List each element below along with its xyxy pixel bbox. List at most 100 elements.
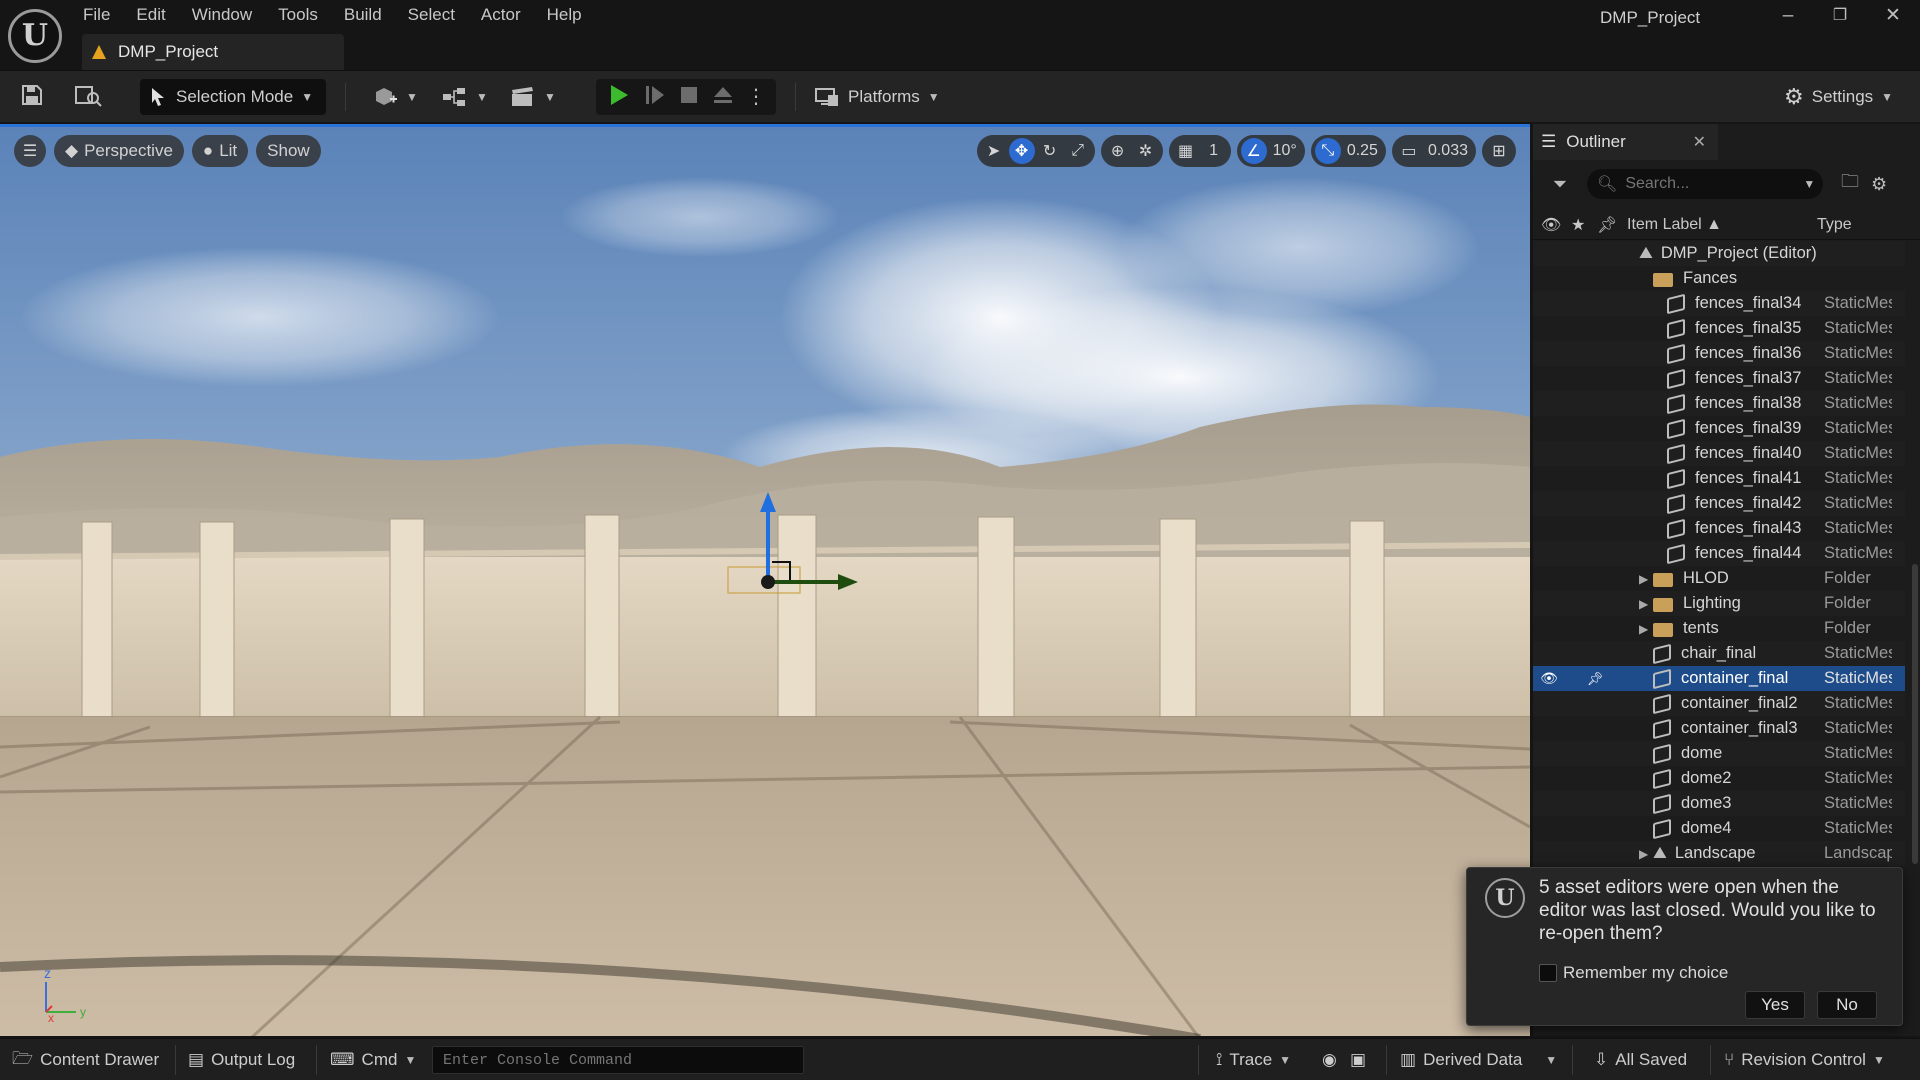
outliner-row[interactable]: container_final2 StaticMesh: [1533, 691, 1905, 716]
menu-window[interactable]: Window: [179, 0, 265, 32]
stop-icon[interactable]: [676, 83, 702, 111]
pin-icon[interactable]: 📌︎: [1565, 671, 1625, 687]
trace-dropdown[interactable]: ⟟ Trace ▼: [1216, 1047, 1291, 1073]
outliner-row[interactable]: fences_final38StaticMesh: [1533, 391, 1905, 416]
outliner-row[interactable]: fences_final37StaticMesh: [1533, 366, 1905, 391]
no-button[interactable]: No: [1817, 991, 1877, 1019]
menu-file[interactable]: File: [70, 0, 123, 32]
minimize-button[interactable]: –: [1766, 2, 1810, 30]
visibility-header-icon[interactable]: 👁︎: [1541, 215, 1571, 235]
favorite-header-icon[interactable]: ★: [1571, 215, 1597, 235]
show-dropdown[interactable]: Show: [256, 135, 321, 167]
outliner-row[interactable]: fences_final35StaticMesh: [1533, 316, 1905, 341]
outliner-row[interactable]: ▶ Lighting Folder: [1533, 591, 1905, 616]
unreal-logo-icon[interactable]: U: [8, 9, 62, 63]
expand-arrow-icon[interactable]: ▶: [1639, 622, 1653, 636]
gear-icon[interactable]: ⚙: [1871, 174, 1887, 195]
play-icon[interactable]: [606, 83, 632, 111]
menu-edit[interactable]: Edit: [123, 0, 178, 32]
surface-snap-icon[interactable]: ✲: [1133, 138, 1159, 164]
menu-build[interactable]: Build: [331, 0, 395, 32]
outliner-row[interactable]: fences_final42StaticMesh: [1533, 491, 1905, 516]
menu-actor[interactable]: Actor: [468, 0, 534, 32]
cinematics-button[interactable]: ▼: [500, 79, 566, 115]
play-options-icon[interactable]: ⋮: [746, 83, 766, 111]
derived-data-dropdown[interactable]: ▥ Derived Data ▼: [1400, 1047, 1557, 1073]
remember-choice-checkbox[interactable]: Remember my choice: [1539, 963, 1728, 983]
rotation-snap-control[interactable]: ∠ 10°: [1236, 135, 1305, 167]
platforms-dropdown[interactable]: Platforms ▼: [804, 79, 950, 115]
perspective-dropdown[interactable]: ◆ Perspective: [54, 135, 184, 167]
outliner-row[interactable]: fences_final41StaticMesh: [1533, 466, 1905, 491]
restore-button[interactable]: ❐: [1818, 2, 1862, 30]
outliner-row[interactable]: ▶ HLOD Folder: [1533, 566, 1905, 591]
record-icon[interactable]: ◉: [1322, 1047, 1337, 1073]
outliner-row[interactable]: container_final3 StaticMesh: [1533, 716, 1905, 741]
outliner-row[interactable]: 👁︎📌︎ container_final StaticMesh: [1533, 666, 1905, 691]
outliner-row[interactable]: fences_final34StaticMesh: [1533, 291, 1905, 316]
menu-tools[interactable]: Tools: [265, 0, 331, 32]
outliner-row[interactable]: dome StaticMesh: [1533, 741, 1905, 766]
chevron-down-icon[interactable]: ▼: [1803, 177, 1815, 191]
save-icon[interactable]: [18, 83, 46, 111]
search-input[interactable]: [1625, 175, 1796, 193]
expand-arrow-icon[interactable]: ▶: [1639, 847, 1653, 861]
scale-snap-control[interactable]: ⤡ 0.25: [1310, 135, 1386, 167]
outliner-row[interactable]: chair_final StaticMesh: [1533, 641, 1905, 666]
type-column[interactable]: Type: [1817, 216, 1852, 234]
pin-header-icon[interactable]: 📌︎: [1597, 215, 1627, 235]
outliner-row[interactable]: dome4 StaticMesh: [1533, 816, 1905, 841]
filter-icon[interactable]: ⏷: [1533, 174, 1587, 195]
advance-frame-icon[interactable]: [642, 83, 668, 111]
view-mode-dropdown[interactable]: ● Lit: [191, 135, 249, 167]
menu-help[interactable]: Help: [534, 0, 595, 32]
outliner-search[interactable]: 🔍︎ ▼: [1587, 169, 1823, 199]
console-command-input[interactable]: [432, 1046, 804, 1074]
visibility-eye-icon[interactable]: 👁︎: [1533, 670, 1565, 687]
outliner-tab[interactable]: ☰ Outliner ✕: [1533, 124, 1718, 160]
scale-tool-icon[interactable]: ⤢: [1065, 138, 1091, 164]
blueprints-button[interactable]: ▼: [432, 79, 498, 115]
outliner-row[interactable]: fences_final44StaticMesh: [1533, 541, 1905, 566]
selection-mode-dropdown[interactable]: Selection Mode ▼: [140, 79, 326, 115]
expand-arrow-icon[interactable]: ▶: [1639, 597, 1653, 611]
content-drawer-button[interactable]: 🗁 Content Drawer: [12, 1047, 159, 1073]
outliner-row[interactable]: dome3 StaticMesh: [1533, 791, 1905, 816]
add-actor-button[interactable]: ▼: [364, 79, 428, 115]
outliner-row[interactable]: ▶ tents Folder: [1533, 616, 1905, 641]
select-tool-icon[interactable]: ➤: [981, 138, 1007, 164]
outliner-row[interactable]: fences_final36StaticMesh: [1533, 341, 1905, 366]
checkbox-icon[interactable]: [1539, 964, 1557, 982]
output-log-button[interactable]: ▤ Output Log: [188, 1047, 295, 1073]
settings-dropdown[interactable]: ⚙ Settings ▼: [1774, 79, 1903, 115]
camera-speed-control[interactable]: ▭ 0.033: [1391, 135, 1476, 167]
outliner-row[interactable]: fences_final39StaticMesh: [1533, 416, 1905, 441]
menu-select[interactable]: Select: [395, 0, 468, 32]
revision-control-dropdown[interactable]: ⑂ Revision Control ▼: [1724, 1047, 1885, 1073]
outliner-row[interactable]: ▶⛰ Landscape Landscape: [1533, 841, 1905, 866]
expand-arrow-icon[interactable]: ▶: [1639, 572, 1653, 586]
yes-button[interactable]: Yes: [1745, 991, 1805, 1019]
item-label-column[interactable]: Item Label ▲: [1627, 216, 1817, 234]
all-saved-button[interactable]: ⇩ All Saved: [1594, 1047, 1687, 1073]
outliner-row[interactable]: ⛰ DMP_Project (Editor): [1533, 241, 1905, 266]
outliner-scrollbar[interactable]: [1912, 564, 1918, 864]
screenshot-icon[interactable]: ▣: [1350, 1047, 1366, 1073]
level-viewport[interactable]: ☰ ◆ Perspective ● Lit Show ➤ ✥ ↻ ⤢ ⊕ ✲ ▦…: [0, 124, 1530, 1036]
add-folder-icon[interactable]: 🗀: [1841, 169, 1859, 199]
rotate-tool-icon[interactable]: ↻: [1037, 138, 1063, 164]
level-tab[interactable]: DMP_Project: [82, 34, 344, 70]
cmd-dropdown[interactable]: ⌨ Cmd ▼: [330, 1047, 416, 1073]
eject-icon[interactable]: [710, 83, 736, 111]
outliner-row[interactable]: fences_final40StaticMesh: [1533, 441, 1905, 466]
grid-snap-control[interactable]: ▦ 1: [1168, 135, 1231, 167]
outliner-row[interactable]: Fances: [1533, 266, 1905, 291]
translate-tool-icon[interactable]: ✥: [1008, 138, 1035, 164]
viewport-menu-icon[interactable]: ☰: [14, 135, 46, 167]
close-window-button[interactable]: ✕: [1871, 2, 1915, 30]
layout-control[interactable]: ⊞: [1482, 135, 1516, 167]
outliner-row[interactable]: dome2 StaticMesh: [1533, 766, 1905, 791]
outliner-row[interactable]: fences_final43StaticMesh: [1533, 516, 1905, 541]
world-space-icon[interactable]: ⊕: [1105, 138, 1131, 164]
close-icon[interactable]: ✕: [1693, 132, 1706, 152]
